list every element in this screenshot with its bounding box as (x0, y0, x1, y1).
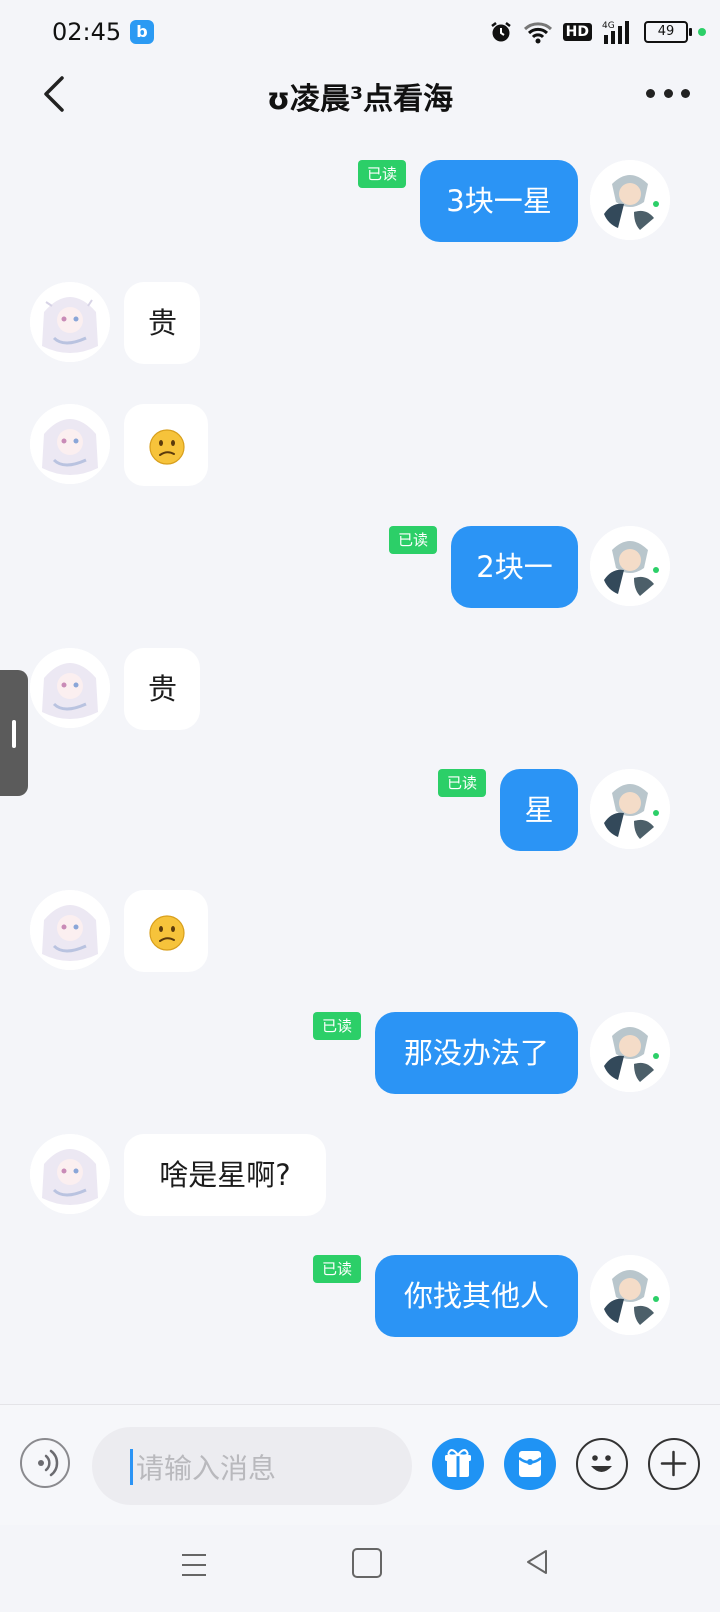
my-avatar[interactable] (590, 1012, 670, 1092)
more-dot-icon (646, 88, 655, 98)
message-bubble-outgoing[interactable]: 那没办法了 (375, 1012, 578, 1094)
more-functions-button[interactable] (648, 1438, 700, 1490)
message-bubble-outgoing[interactable]: 你找其他人 (375, 1255, 578, 1337)
message-bubble-incoming[interactable] (124, 890, 208, 972)
contact-avatar[interactable] (30, 648, 110, 728)
more-options-button[interactable] (646, 78, 690, 108)
plus-icon (660, 1450, 687, 1477)
read-badge: 已读 (313, 1255, 361, 1283)
my-avatar[interactable] (590, 526, 670, 606)
red-packet-icon (518, 1451, 542, 1477)
voice-icon (38, 1449, 59, 1477)
avatar-image (30, 282, 110, 362)
hd-badge: HD (562, 23, 592, 41)
contact-avatar[interactable] (30, 890, 110, 970)
gift-icon (445, 1449, 471, 1477)
status-bar: 02:45 b HD 4G 49 (0, 0, 720, 64)
page-title: ʊ凌晨³点看海 (266, 82, 454, 117)
wifi-icon (523, 22, 552, 44)
avatar-image (30, 1134, 110, 1214)
message-bubble-incoming[interactable]: 啥是星啊? (124, 1134, 326, 1216)
message-bubble-incoming[interactable]: 贵 (124, 282, 200, 364)
message-bubble-incoming[interactable]: 贵 (124, 648, 200, 730)
status-icons: HD 4G 49 (489, 14, 706, 50)
contact-avatar[interactable] (30, 404, 110, 484)
battery-indicator: 49 (644, 21, 692, 43)
read-badge: 已读 (313, 1012, 361, 1040)
red-packet-button[interactable] (504, 1438, 556, 1490)
status-dot (698, 28, 706, 36)
text-cursor (130, 1449, 133, 1485)
message-bubble-outgoing[interactable]: 2块一 (451, 526, 578, 608)
avatar-image (590, 769, 670, 849)
more-dot-icon (663, 88, 673, 98)
read-badge: 已读 (438, 769, 486, 797)
more-dot-icon (681, 88, 690, 98)
avatar-image (30, 648, 110, 728)
system-navigation-bar (0, 1524, 720, 1612)
message-input-placeholder: 请输入消息 (136, 1452, 277, 1485)
gift-button[interactable] (432, 1438, 484, 1490)
recent-apps-icon[interactable] (180, 1552, 208, 1578)
contact-avatar[interactable] (30, 1134, 110, 1214)
avatar-image (590, 1255, 670, 1335)
message-bubble-outgoing[interactable]: 3块一星 (420, 160, 578, 242)
chat-header: ʊ凌晨³点看海 (0, 64, 720, 124)
status-time: 02:45 (52, 18, 122, 46)
confused-face-icon (149, 429, 185, 465)
contact-avatar[interactable] (30, 282, 110, 362)
avatar-image (30, 890, 110, 970)
signal-icon: 4G (602, 21, 629, 44)
message-bubble-outgoing[interactable]: 星 (500, 769, 578, 851)
app-notification-icon: b (130, 20, 154, 44)
confused-face-icon (149, 915, 185, 951)
message-input[interactable]: 请输入消息 (92, 1427, 412, 1505)
message-bubble-incoming[interactable] (124, 404, 208, 486)
read-badge: 已读 (389, 526, 437, 554)
emoji-icon (591, 1455, 612, 1472)
network-type: 4G (602, 21, 615, 31)
avatar-image (590, 1012, 670, 1092)
handle-grip-icon (12, 720, 16, 748)
emoji-button[interactable] (576, 1438, 628, 1490)
my-avatar[interactable] (590, 160, 670, 240)
voice-button[interactable] (20, 1438, 70, 1488)
my-avatar[interactable] (590, 769, 670, 849)
home-icon[interactable] (352, 1548, 382, 1578)
message-composer: 请输入消息 (0, 1404, 720, 1525)
avatar-image (590, 160, 670, 240)
read-badge: 已读 (358, 160, 406, 188)
alarm-icon (490, 22, 511, 42)
nav-back-icon[interactable] (524, 1548, 550, 1576)
avatar-image (590, 526, 670, 606)
avatar-image (30, 404, 110, 484)
my-avatar[interactable] (590, 1255, 670, 1335)
floating-side-handle[interactable] (0, 670, 28, 796)
